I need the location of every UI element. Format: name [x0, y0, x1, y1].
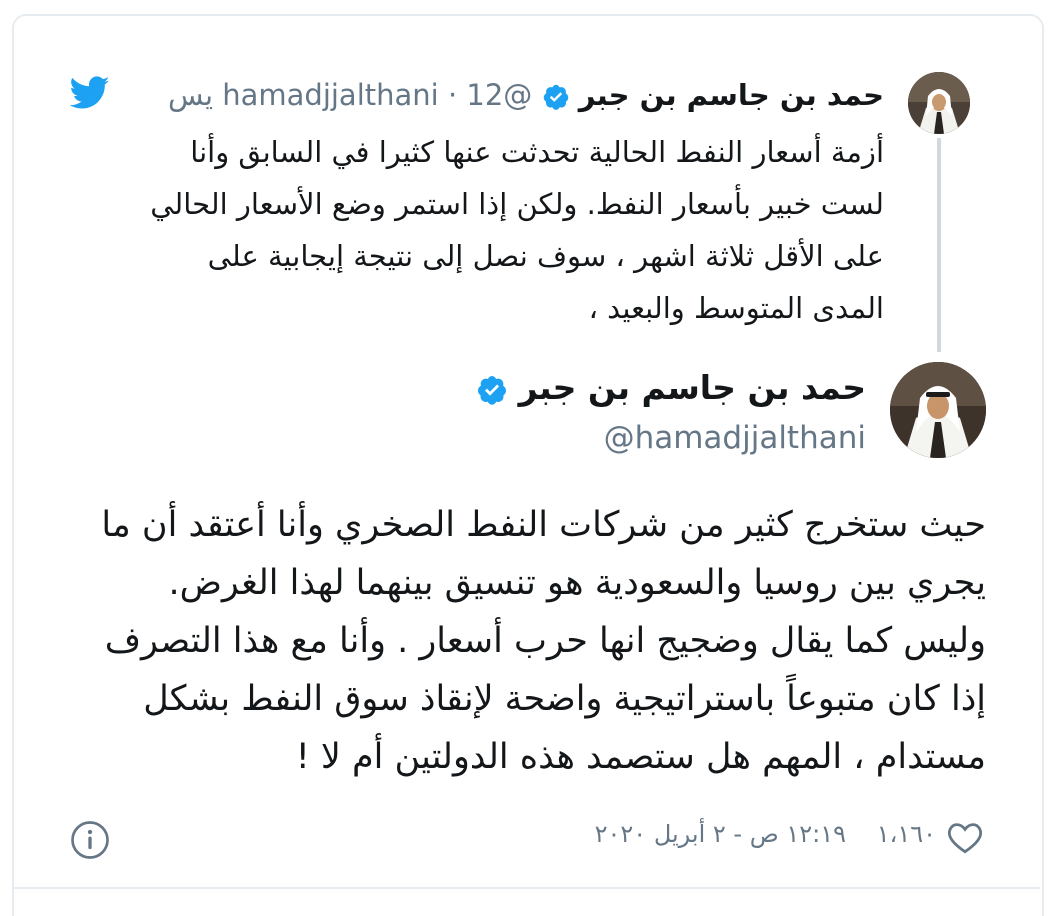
quoted-tweet-header: حمد بن جاسم بن جبر @hamadjjalthani · 12 …	[168, 78, 884, 112]
user-name[interactable]: حمد بن جاسم بن جبر	[519, 368, 866, 407]
text-line: لست خبير بأسعار النفط. ولكن إذا استمر وض…	[150, 187, 884, 221]
user-name[interactable]: حمد بن جاسم بن جبر	[579, 78, 884, 112]
tweet-text: حيث ستخرج كثير من شركات النفط الصخري وأن…	[56, 496, 986, 786]
tweet-timestamp[interactable]: ١٢:١٩ ص - ٢ أبريل ٢٠٢٠	[556, 820, 846, 848]
user-handle[interactable]: @hamadjjalthani	[596, 420, 866, 456]
text-line: يجري بين روسيا والسعودية هو تنسيق بينهما…	[168, 563, 986, 603]
avatar[interactable]	[890, 362, 986, 458]
like-count[interactable]: ١،١٦٠	[877, 820, 936, 848]
divider	[12, 887, 1040, 889]
quoted-tweet-text: أزمة أسعار النفط الحالية تحدثت عنها كثير…	[64, 126, 884, 334]
info-icon[interactable]	[70, 820, 110, 860]
text-line: أزمة أسعار النفط الحالية تحدثت عنها كثير…	[190, 135, 884, 169]
thread-line	[937, 138, 941, 352]
text-line: المدى المتوسط والبعيد ،	[588, 291, 884, 325]
avatar[interactable]	[908, 72, 970, 134]
heart-icon[interactable]	[946, 820, 984, 854]
separator-dot: ·	[447, 78, 458, 112]
verified-badge-icon	[476, 374, 508, 406]
text-line: حيث ستخرج كثير من شركات النفط الصخري وأن…	[101, 505, 986, 545]
text-line: إذا كان متبوعاً باستراتيجية واضحة لإنقاذ…	[143, 679, 986, 719]
verified-badge-icon	[542, 83, 570, 111]
text-line: مستدام ، المهم هل ستصمد هذه الدولتين أم …	[295, 737, 986, 777]
twitter-bird-icon[interactable]	[70, 76, 110, 110]
text-line: وليس كما يقال وضجيج انها حرب أسعار . وأن…	[104, 621, 986, 661]
text-line: على الأقل ثلاثة اشهر ، سوف نصل إلى نتيجة…	[207, 239, 884, 273]
tweet-header-name: حمد بن جاسم بن جبر	[476, 368, 866, 407]
